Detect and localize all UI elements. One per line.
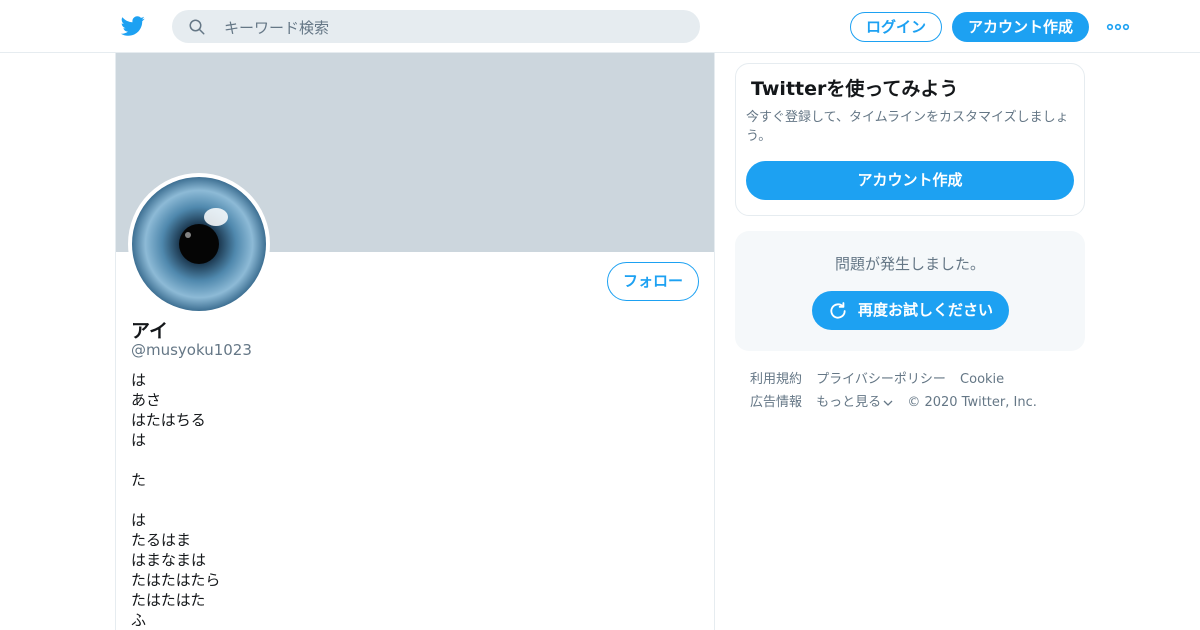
bio-line: たるはま xyxy=(131,531,192,549)
signup-card-button[interactable]: アカウント作成 xyxy=(746,161,1074,200)
bio-line: たはたはたら xyxy=(131,571,221,589)
more-dots-icon[interactable] xyxy=(1106,18,1130,36)
twitter-bird-icon[interactable] xyxy=(120,14,146,38)
bio-line: は xyxy=(131,511,147,529)
bio-line: あさ xyxy=(131,391,162,409)
top-nav-bar: ログイン アカウント作成 xyxy=(0,0,1200,53)
login-button[interactable]: ログイン xyxy=(850,12,942,42)
retry-button[interactable]: 再度お試しください xyxy=(812,291,1009,330)
error-card: 問題が発生しました。 再度お試しください xyxy=(735,231,1085,351)
profile-bio: は あさ はたはちる は た は たるはま はまなまは たはたはたら たはたはた… xyxy=(131,370,220,630)
search-icon xyxy=(189,19,205,35)
profile-column: フォロー アイ @musyoku1023 は あさ はたはちる は た は たる… xyxy=(115,53,715,630)
bio-line: は xyxy=(131,431,147,449)
footer-link-ads[interactable]: 広告情報 xyxy=(750,391,802,414)
profile-name: アイ xyxy=(131,320,169,342)
bio-line: たはたはた xyxy=(131,591,206,609)
refresh-icon xyxy=(830,302,846,319)
signup-card-title: Twitterを使ってみよう xyxy=(751,78,959,100)
error-message: 問題が発生しました。 xyxy=(834,255,985,273)
search-input[interactable] xyxy=(222,10,686,45)
bio-line: た xyxy=(131,471,147,489)
bio-line: はまなまは xyxy=(131,551,207,569)
footer-link-cookie[interactable]: Cookie xyxy=(960,368,1004,391)
signup-card-description: 今すぐ登録して、タイムラインをカスタマイズしましょう。 xyxy=(746,110,1069,144)
bio-line: は xyxy=(131,371,147,389)
bio-line: ふ xyxy=(131,611,147,629)
footer-copyright: © 2020 Twitter, Inc. xyxy=(907,395,1037,410)
search-bar[interactable] xyxy=(172,10,700,45)
footer-link-terms[interactable]: 利用規約 xyxy=(750,368,802,391)
bio-line: はたはちる xyxy=(131,411,206,429)
signup-button[interactable]: アカウント作成 xyxy=(952,12,1089,42)
avatar[interactable] xyxy=(128,173,270,315)
follow-button[interactable]: フォロー xyxy=(607,262,699,301)
footer-more-link[interactable]: もっと見る xyxy=(816,391,893,414)
profile-handle: @musyoku1023 xyxy=(131,341,252,359)
bio-line xyxy=(131,490,220,510)
footer-link-privacy[interactable]: プライバシーポリシー xyxy=(816,368,946,391)
retry-label: 再度お試しください xyxy=(858,301,994,319)
bio-line xyxy=(131,450,220,470)
signup-card: Twitterを使ってみよう 今すぐ登録して、タイムラインをカスタマイズしましょ… xyxy=(735,63,1085,216)
chevron-down-icon xyxy=(883,400,893,406)
footer-more-label: もっと見る xyxy=(816,395,882,410)
eye-avatar-image xyxy=(132,177,266,311)
footer-links: 利用規約 プライバシーポリシー Cookie 広告情報 もっと見る © 2020… xyxy=(750,368,1080,414)
